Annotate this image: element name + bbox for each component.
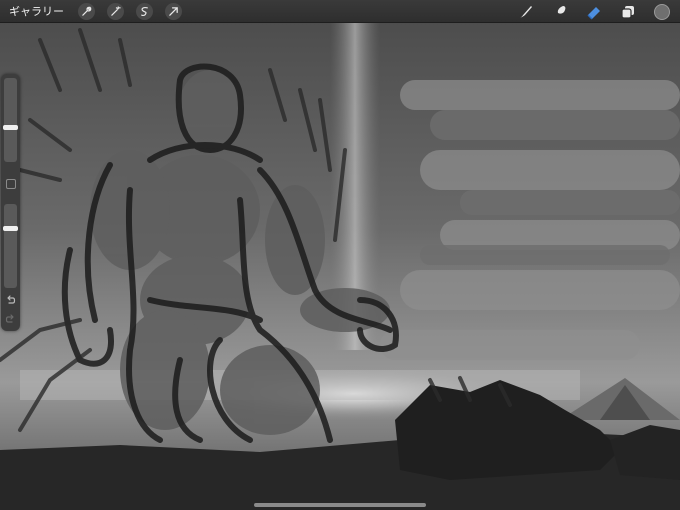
layers-icon[interactable]	[618, 2, 638, 22]
brush-icon[interactable]	[516, 2, 536, 22]
current-color-swatch[interactable]	[654, 4, 670, 20]
smudge-icon[interactable]	[550, 2, 570, 22]
undo-icon[interactable]	[3, 293, 18, 306]
redo-icon[interactable]	[3, 312, 18, 325]
magic-wand-icon[interactable]	[107, 2, 124, 20]
brush-size-slider[interactable]	[3, 78, 18, 162]
eraser-icon[interactable]	[584, 2, 604, 22]
transform-arrow-icon[interactable]	[165, 2, 182, 20]
opacity-slider[interactable]	[3, 204, 18, 288]
side-toolbar	[1, 74, 20, 331]
wrench-icon[interactable]	[78, 2, 95, 20]
modify-button[interactable]	[6, 179, 16, 189]
right-tools	[502, 2, 672, 22]
drawing-canvas[interactable]	[0, 0, 680, 510]
top-toolbar: ギャラリー	[0, 0, 680, 23]
opacity-thumb[interactable]	[3, 226, 18, 231]
color-icon[interactable]	[652, 2, 672, 22]
brush-size-thumb[interactable]	[3, 125, 18, 130]
selection-icon[interactable]	[136, 2, 153, 20]
gallery-button[interactable]: ギャラリー	[9, 3, 64, 19]
home-indicator[interactable]	[254, 503, 426, 507]
